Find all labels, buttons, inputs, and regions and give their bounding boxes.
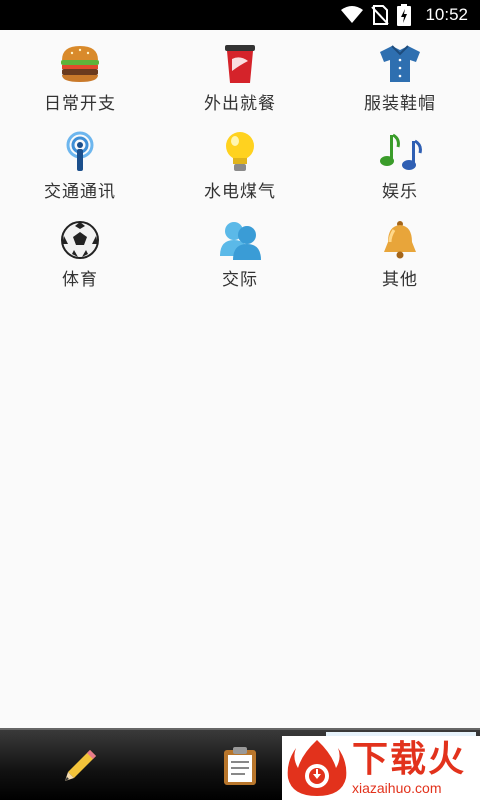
watermark: 下载火 xiazaihuo.com [282,736,480,800]
category-label: 日常开支 [44,94,116,114]
light-bulb-icon [226,132,254,171]
soccer-ball-icon [61,221,99,259]
status-bar: 10:52 [0,0,480,30]
flame-logo-icon [287,740,347,796]
bell-icon [384,221,416,259]
category-label: 交通通讯 [44,182,116,202]
watermark-title: 下载火 [352,739,467,780]
pencil-icon [65,750,96,781]
music-notes-icon [380,133,422,170]
category-item-social[interactable]: 交际 [160,212,320,290]
category-label: 娱乐 [382,182,418,202]
watermark-domain: xiazaihuo.com [352,780,442,796]
category-item-utilities[interactable]: 水电煤气 [160,124,320,202]
shirt-icon [380,45,420,82]
category-item-dining[interactable]: 外出就餐 [160,36,320,114]
category-item-daily[interactable]: 日常开支 [0,36,160,114]
clipboard-icon [224,747,256,785]
soda-cup-icon [225,45,255,83]
people-icon [220,222,261,260]
category-item-clothing[interactable]: 服装鞋帽 [320,36,480,114]
category-label: 体育 [62,270,98,290]
category-label: 交际 [222,270,258,290]
category-grid: 日常开支 外出就餐 服装鞋帽 交通通讯 水电煤气 娱乐 体育 交际 其他 [0,36,480,290]
category-label: 外出就餐 [204,94,276,114]
category-item-other[interactable]: 其他 [320,212,480,290]
status-time: 10:52 [425,5,468,24]
no-sim-icon [371,5,390,25]
category-item-transport[interactable]: 交通通讯 [0,124,160,202]
hamburger-icon [61,46,99,82]
category-label: 水电煤气 [204,182,276,202]
category-label: 其他 [382,270,418,290]
battery-charging-icon [397,4,412,26]
tab-record[interactable] [0,730,160,800]
antenna-icon [66,131,94,171]
category-item-sports[interactable]: 体育 [0,212,160,290]
category-item-entertainment[interactable]: 娱乐 [320,124,480,202]
category-label: 服装鞋帽 [364,94,436,114]
wifi-icon [341,6,364,23]
